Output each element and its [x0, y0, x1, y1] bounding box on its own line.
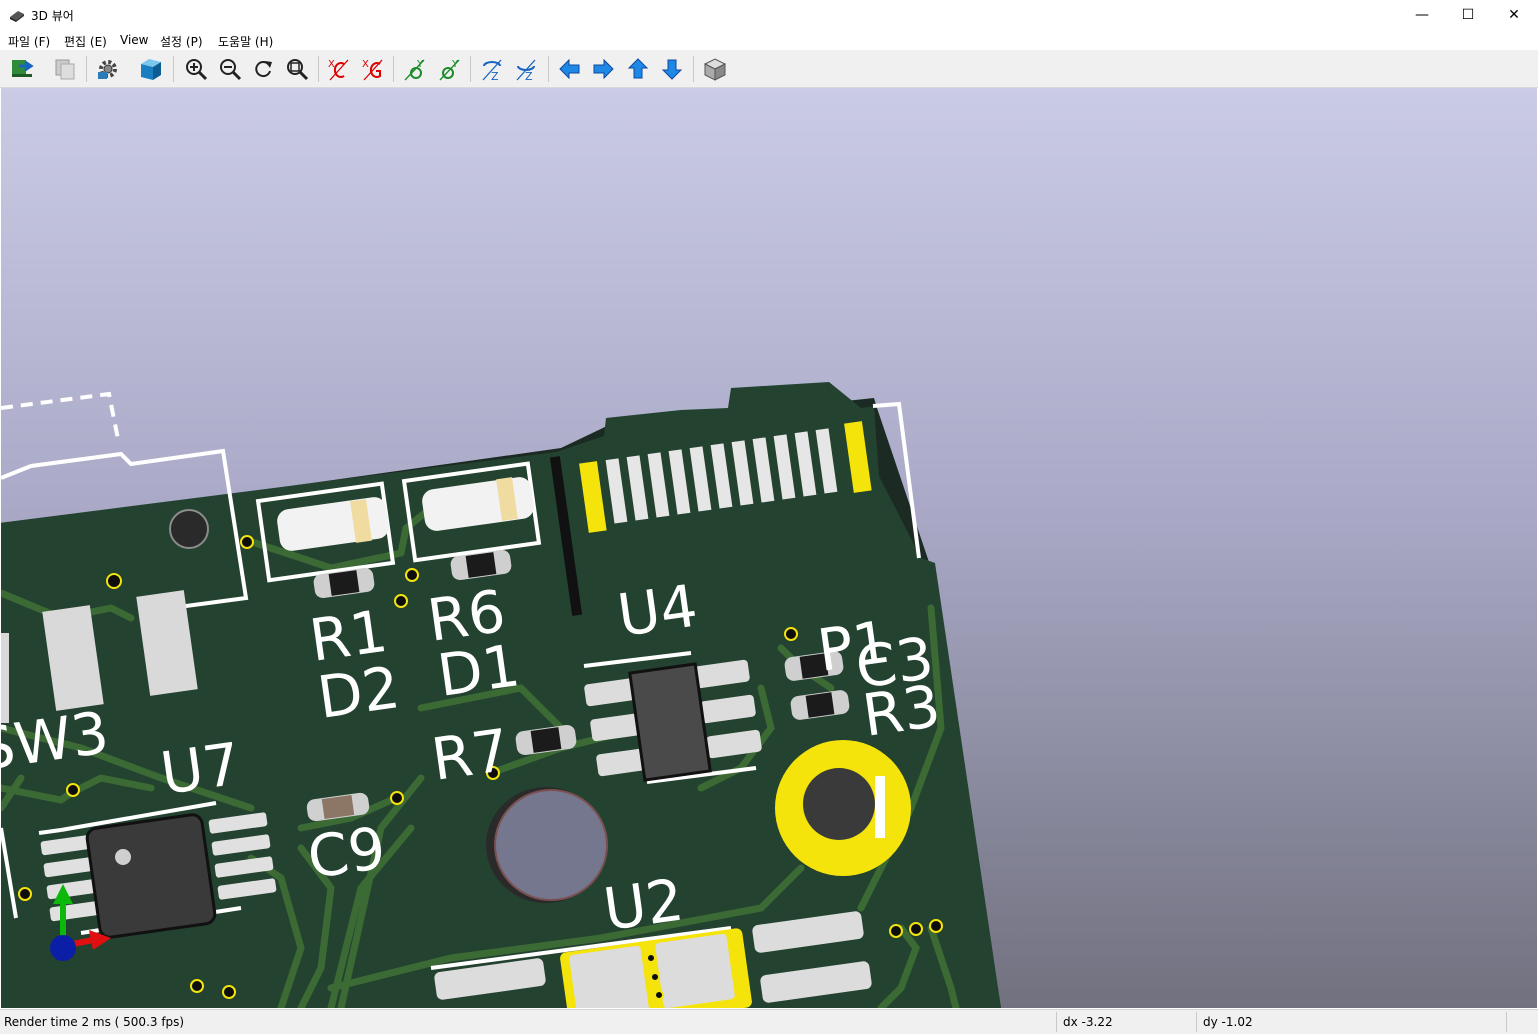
- refdes-r3: R3: [858, 672, 944, 750]
- pan-down-button[interactable]: [658, 55, 686, 83]
- render-mode-button[interactable]: [137, 55, 165, 83]
- zoom-out-icon: [220, 59, 242, 81]
- pan-right-button[interactable]: [589, 55, 617, 83]
- zoom-out-button[interactable]: [216, 55, 244, 83]
- menu-help[interactable]: 도움말 (H): [218, 33, 273, 50]
- redraw-button[interactable]: [249, 55, 277, 83]
- refdes-u4: U4: [613, 571, 701, 649]
- render-time-text: Render time 2 ms ( 500.3 fps): [4, 1015, 185, 1029]
- toolbar-separator: [548, 56, 549, 82]
- 3d-viewport[interactable]: R1 R6 D2 D1 U4 P1 C3 R3 R7 SW3 U7 C9 U2: [1, 88, 1537, 1008]
- status-divider: [1196, 1012, 1197, 1032]
- refdes-d2: D2: [313, 653, 403, 732]
- pan-up-button[interactable]: [624, 55, 652, 83]
- pcb-board: R1 R6 D2 D1 U4 P1 C3 R3 R7 SW3 U7 C9 U2: [1, 382, 1001, 1008]
- title-bar: 3D 뷰어 — ☐ ✕: [0, 0, 1538, 31]
- pan-up-icon: [627, 58, 649, 79]
- maximize-icon: ☐: [1461, 7, 1475, 23]
- rotate-z-cw-icon: Z: [482, 59, 502, 82]
- refdes-u2: U2: [599, 865, 687, 943]
- reload-board-button[interactable]: [8, 55, 36, 83]
- gold-pad-u2: [775, 740, 911, 876]
- refdes-r7: R7: [427, 716, 513, 794]
- settings-button[interactable]: [94, 55, 122, 83]
- pan-down-icon: [661, 59, 683, 80]
- rotate-x-ccw-icon: X: [362, 59, 383, 81]
- close-button[interactable]: ✕: [1491, 0, 1537, 30]
- toolbar-separator: [318, 56, 319, 82]
- status-divider: [1506, 1012, 1507, 1032]
- toolbar-separator: [470, 56, 471, 82]
- toolbar-separator: [693, 56, 694, 82]
- orthographic-view-button[interactable]: [701, 55, 729, 83]
- zoom-fit-button[interactable]: [283, 55, 311, 83]
- redraw-icon: [255, 61, 272, 78]
- status-divider: [1056, 1012, 1057, 1032]
- menu-settings[interactable]: 설정 (P): [160, 33, 203, 50]
- svg-text:Z: Z: [525, 70, 533, 82]
- pan-left-button[interactable]: [556, 55, 584, 83]
- zoom-in-button[interactable]: [182, 55, 210, 83]
- rotate-y-cw-button[interactable]: Y: [401, 55, 429, 83]
- toolbar: X X Y Y Z Z: [0, 50, 1538, 88]
- svg-text:Z: Z: [491, 70, 499, 82]
- status-bar: Render time 2 ms ( 500.3 fps) dx -3.22 d…: [0, 1009, 1538, 1034]
- menu-file[interactable]: 파일 (F): [8, 33, 50, 50]
- hole-large: [486, 787, 608, 903]
- render-mode-cube-icon: [141, 59, 161, 80]
- pan-left-icon: [559, 58, 580, 80]
- zoom-fit-icon: [287, 59, 309, 81]
- pcb-render: R1 R6 D2 D1 U4 P1 C3 R3 R7 SW3 U7 C9 U2: [1, 382, 1001, 1008]
- reload-board-icon: [12, 60, 34, 77]
- pan-right-icon: [593, 58, 614, 80]
- rotate-z-cw-button[interactable]: Z: [478, 55, 506, 83]
- copy-image-icon: [55, 59, 75, 80]
- rotate-x-cw-button[interactable]: X: [325, 55, 353, 83]
- app-3d-viewer-icon: [10, 11, 24, 22]
- maximize-button[interactable]: ☐: [1445, 0, 1491, 30]
- rotate-x-cw-icon: X: [328, 59, 349, 81]
- minimize-icon: —: [1415, 7, 1429, 23]
- close-icon: ✕: [1508, 7, 1520, 23]
- settings-gear-icon: [98, 60, 117, 79]
- rotate-y-ccw-button[interactable]: Y: [436, 55, 464, 83]
- window-title: 3D 뷰어: [31, 9, 74, 23]
- rotate-y-cw-icon: Y: [404, 59, 425, 81]
- orthographic-view-icon: [703, 58, 727, 81]
- toolbar-separator: [86, 56, 87, 82]
- toolbar-separator: [393, 56, 394, 82]
- rotate-z-ccw-button[interactable]: Z: [512, 55, 540, 83]
- rotate-z-ccw-icon: Z: [516, 59, 536, 82]
- dy-readout: dy -1.02: [1203, 1015, 1253, 1029]
- minimize-button[interactable]: —: [1399, 0, 1445, 30]
- refdes-d1: D1: [433, 631, 523, 710]
- zoom-in-icon: [186, 59, 208, 81]
- refdes-c9: C9: [303, 814, 389, 892]
- svg-text:X: X: [362, 59, 369, 70]
- rotate-y-ccw-icon: Y: [439, 59, 460, 81]
- menu-bar: 파일 (F) 편집 (E) View 설정 (P) 도움말 (H): [0, 30, 1538, 50]
- refdes-u7: U7: [156, 729, 244, 807]
- dx-readout: dx -3.22: [1063, 1015, 1113, 1029]
- copy-image-button[interactable]: [51, 55, 79, 83]
- toolbar-separator: [173, 56, 174, 82]
- menu-edit[interactable]: 편집 (E): [64, 33, 107, 50]
- mounting-hole: [169, 509, 209, 549]
- rotate-x-ccw-button[interactable]: X: [359, 55, 387, 83]
- menu-view[interactable]: View: [120, 33, 148, 47]
